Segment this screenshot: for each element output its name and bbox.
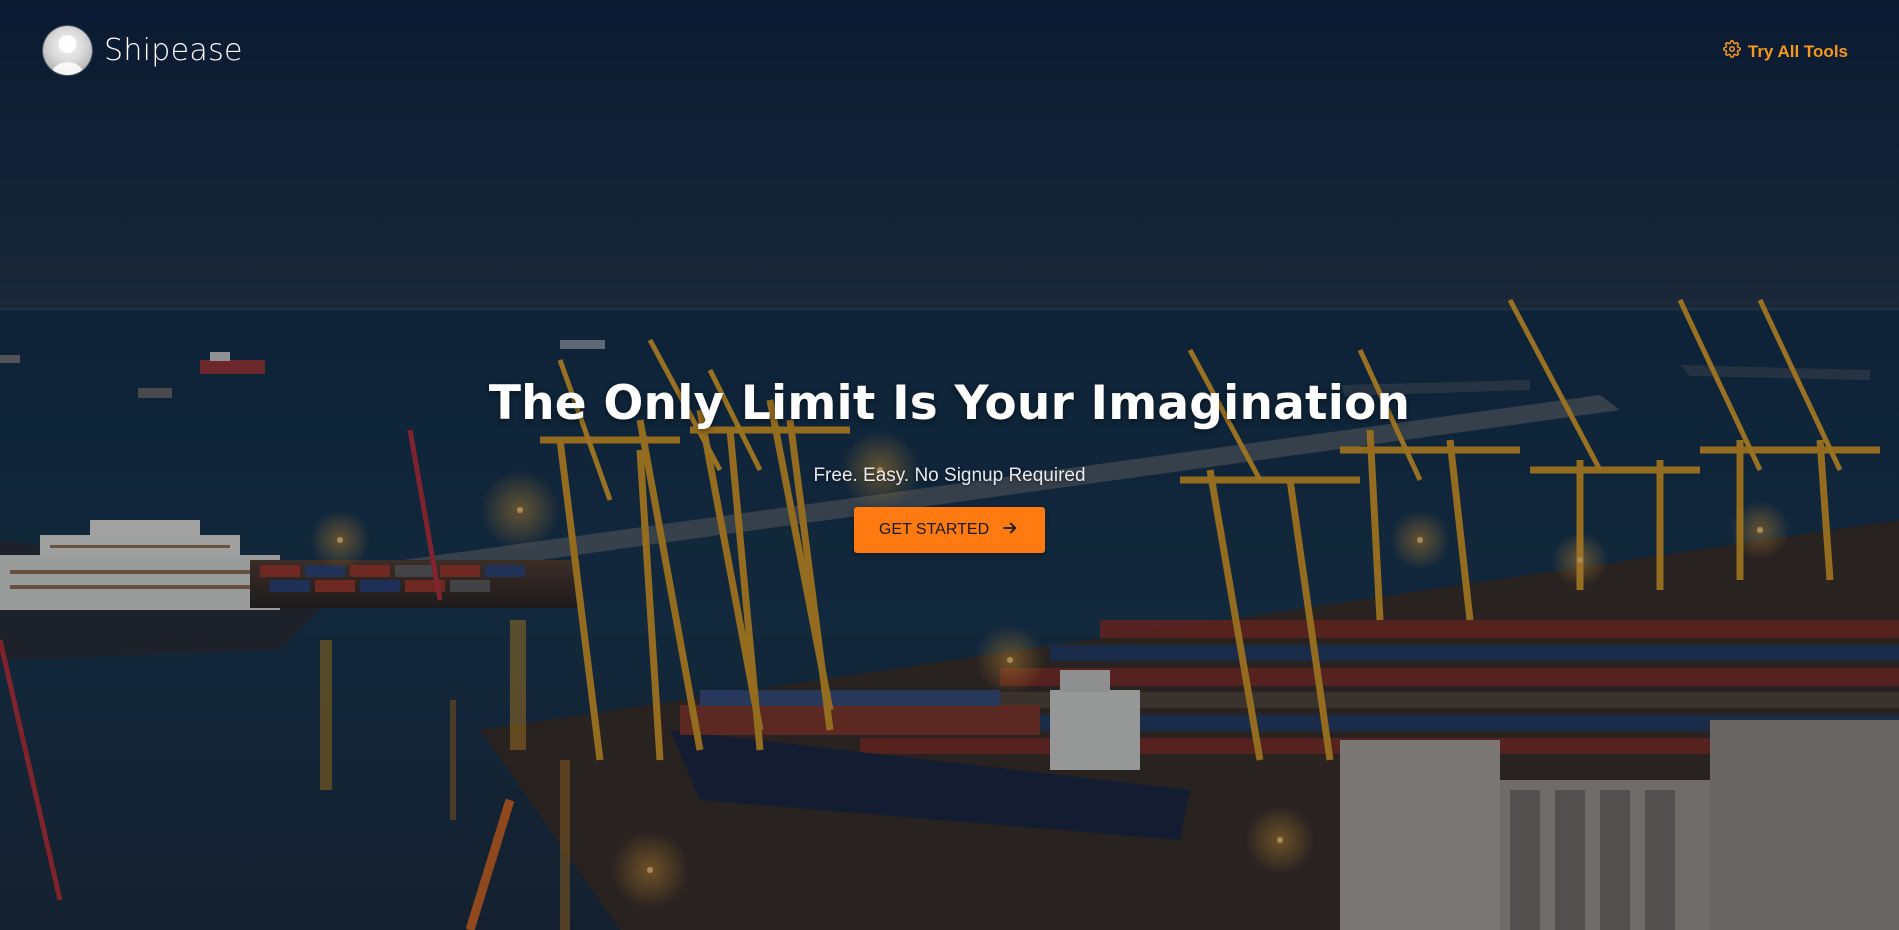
gear-icon: [1722, 40, 1741, 63]
hero-subtitle: Free. Easy. No Signup Required: [813, 465, 1086, 486]
brand-name: Shipease: [104, 33, 243, 68]
hero-headline: The Only Limit Is Your Imagination: [488, 376, 1411, 431]
try-all-tools-label: Try All Tools: [1747, 41, 1848, 61]
try-all-tools-link[interactable]: Try All Tools: [1722, 40, 1848, 63]
top-navbar: Shipease Try All Tools: [0, 0, 1899, 100]
hero-content: The Only Limit Is Your Imagination Free.…: [0, 376, 1899, 553]
get-started-label: GET STARTED: [878, 521, 990, 538]
brand-link[interactable]: Shipease: [43, 26, 243, 75]
avatar-silhouette-icon: [43, 26, 92, 75]
hero-section: Shipease Try All Tools The Only Limit Is…: [0, 0, 1899, 930]
get-started-button[interactable]: GET STARTED: [853, 507, 1046, 553]
arrow-right-icon: [1001, 519, 1019, 542]
